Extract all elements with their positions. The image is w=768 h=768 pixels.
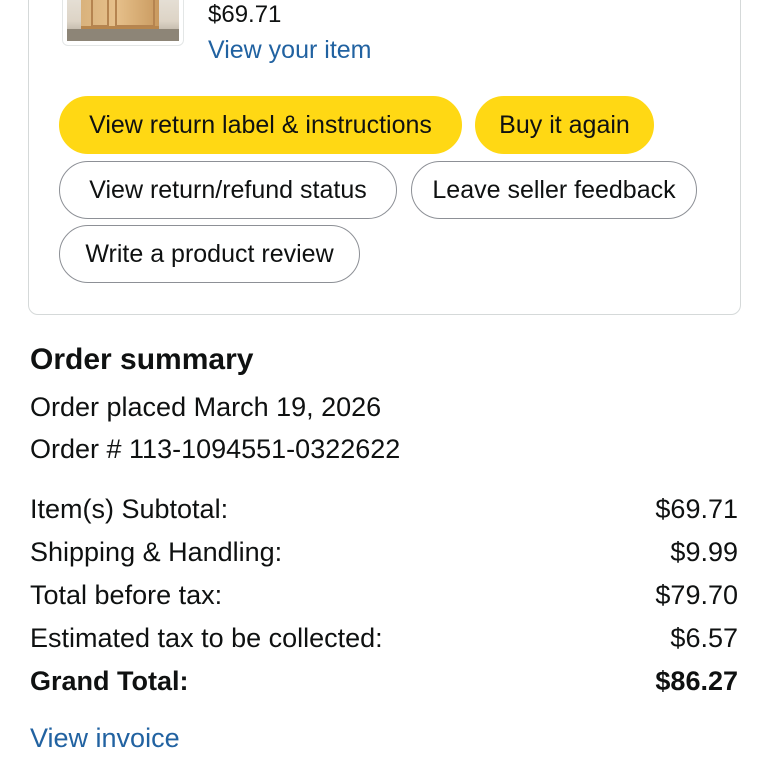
order-summary-title: Order summary (30, 343, 254, 376)
row-value: $6.57 (670, 623, 738, 653)
grand-total-label: Grand Total: (30, 666, 189, 696)
view-invoice-link[interactable]: View invoice (30, 721, 180, 755)
row-value: $69.71 (655, 494, 738, 524)
product-thumbnail[interactable] (62, 0, 184, 46)
furniture-illustration (81, 0, 159, 29)
write-product-review-button[interactable]: Write a product review (59, 225, 360, 283)
row-label: Total before tax: (30, 580, 223, 610)
subtotal-row: Item(s) Subtotal: $69.71 (30, 492, 738, 526)
view-return-label-button[interactable]: View return label & instructions (59, 96, 462, 154)
total-before-tax-row: Total before tax: $79.70 (30, 578, 738, 612)
product-image (67, 0, 179, 41)
order-placed-date: Order placed March 19, 2026 (30, 392, 382, 422)
floor-illustration (67, 29, 179, 41)
order-number: Order # 113-1094551-0322622 (30, 434, 401, 464)
grand-total-row: Grand Total: $86.27 (30, 664, 738, 698)
view-your-item-link[interactable]: View your item (208, 35, 372, 65)
row-value: $79.70 (655, 580, 738, 610)
grand-total-value: $86.27 (655, 666, 738, 696)
shipping-row: Shipping & Handling: $9.99 (30, 535, 738, 569)
row-value: $9.99 (670, 537, 738, 567)
view-refund-status-button[interactable]: View return/refund status (59, 161, 397, 219)
leave-seller-feedback-button[interactable]: Leave seller feedback (411, 161, 697, 219)
row-label: Item(s) Subtotal: (30, 494, 229, 524)
item-price: $69.71 (208, 1, 282, 28)
estimated-tax-row: Estimated tax to be collected: $6.57 (30, 621, 738, 655)
buy-it-again-button[interactable]: Buy it again (475, 96, 654, 154)
row-label: Shipping & Handling: (30, 537, 283, 567)
row-label: Estimated tax to be collected: (30, 623, 383, 653)
